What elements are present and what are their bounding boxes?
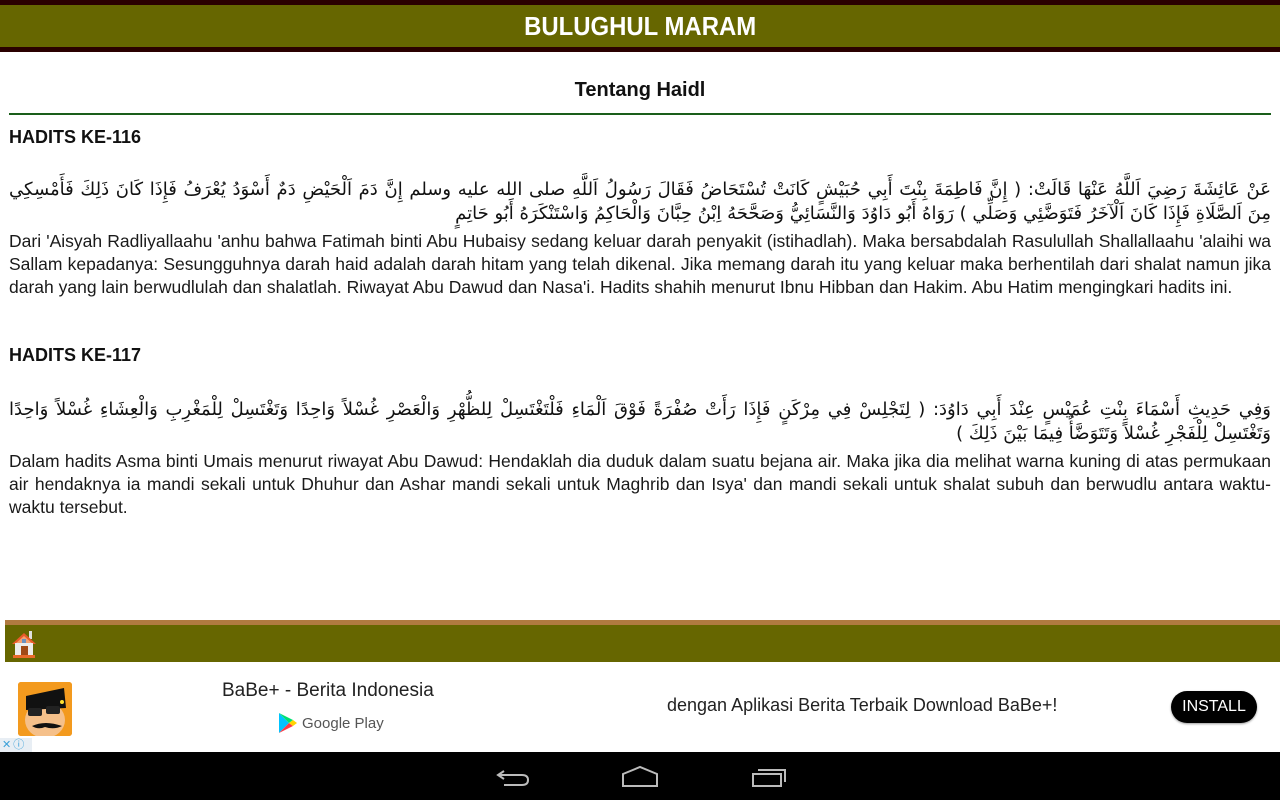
ad-banner[interactable]: BaBe+ - Berita Indonesia Google Play den… bbox=[0, 662, 1280, 752]
recents-icon[interactable] bbox=[750, 764, 790, 790]
ad-choices[interactable]: ✕ ⓘ bbox=[0, 738, 32, 752]
hadith-translation: Dari 'Aisyah Radliyallaahu 'anhu bahwa F… bbox=[9, 231, 1271, 297]
ad-title[interactable]: BaBe+ - Berita Indonesia bbox=[222, 680, 434, 702]
hadith-item: HADITS KE-116 عَنْ عَائِشَةَ رَضِيَ اَلل… bbox=[9, 126, 1271, 299]
google-play-icon bbox=[279, 713, 297, 733]
app-header: BULUGHUL MARAM bbox=[0, 0, 1280, 52]
app-title: BULUGHUL MARAM bbox=[523, 10, 757, 41]
section-title: Tentang Haidl bbox=[574, 79, 706, 101]
hadith-translation: Dalam hadits Asma binti Umais menurut ri… bbox=[9, 451, 1271, 517]
hadith-arabic-text: وَفِي حَدِيثِ أَسْمَاءَ بِنْتِ عُمَيْسٍ … bbox=[9, 399, 1271, 444]
ad-description[interactable]: dengan Aplikasi Berita Terbaik Download … bbox=[667, 695, 1057, 716]
install-button[interactable]: INSTALL bbox=[1171, 691, 1257, 723]
ad-close-icon[interactable]: ✕ bbox=[2, 738, 11, 752]
system-nav-bar bbox=[0, 752, 1280, 800]
ad-info-icon[interactable]: ⓘ bbox=[13, 738, 24, 752]
hadith-number: HADITS KE-117 bbox=[9, 345, 142, 365]
google-play-badge[interactable]: Google Play bbox=[278, 712, 384, 734]
section-divider bbox=[9, 113, 1271, 115]
hadith-number: HADITS KE-116 bbox=[9, 127, 142, 147]
google-play-label: Google Play bbox=[302, 714, 384, 732]
content-scroll-area[interactable]: Tentang Haidl HADITS KE-116 عَنْ عَائِشَ… bbox=[9, 52, 1271, 618]
hadith-arabic-text: عَنْ عَائِشَةَ رَضِيَ اَللَّهُ عَنْهَا ق… bbox=[9, 179, 1271, 224]
footer-bar bbox=[5, 620, 1280, 662]
babe-app-icon[interactable] bbox=[18, 682, 72, 736]
hadith-item: HADITS KE-117 وَفِي حَدِيثِ أَسْمَاءَ بِ… bbox=[9, 344, 1271, 519]
home-icon[interactable] bbox=[9, 629, 39, 659]
nav-home-icon[interactable] bbox=[620, 764, 660, 790]
back-icon[interactable] bbox=[494, 764, 534, 790]
